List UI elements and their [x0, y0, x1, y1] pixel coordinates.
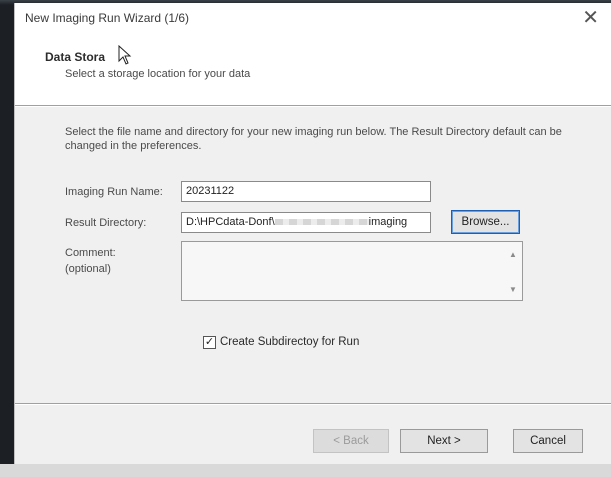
close-icon[interactable]: ✕	[582, 5, 599, 29]
subdir-checkbox[interactable]: ✓	[203, 336, 216, 349]
back-button[interactable]: < Back	[313, 429, 389, 453]
result-dir-label: Result Directory:	[65, 217, 147, 229]
page-title: Data Stora	[45, 50, 106, 64]
scroll-down-icon[interactable]: ▼	[509, 285, 517, 294]
scroll-up-icon[interactable]: ▲	[509, 250, 517, 259]
cancel-button[interactable]: Cancel	[513, 429, 583, 453]
comment-textarea[interactable]: ▲ ▼	[181, 241, 523, 301]
taskbar-edge	[0, 464, 611, 477]
redacted-path-segment	[274, 219, 369, 226]
comment-optional-label: (optional)	[65, 263, 111, 275]
description-text: Select the file name and directory for y…	[65, 126, 562, 152]
browse-button[interactable]: Browse...	[451, 210, 520, 234]
title-bar: New Imaging Run Wizard (1/6) ✕	[15, 3, 611, 33]
wizard-header: Data Stora Select a storage location for…	[15, 33, 611, 105]
wizard-window: New Imaging Run Wizard (1/6) ✕ Data Stor…	[14, 3, 611, 468]
checkmark-icon: ✓	[204, 336, 215, 348]
next-button[interactable]: Next >	[400, 429, 488, 453]
wizard-footer: < Back Next > Cancel	[15, 405, 611, 468]
run-name-input[interactable]: 20231122	[181, 181, 431, 202]
result-dir-suffix: imaging	[368, 216, 408, 228]
window-title: New Imaging Run Wizard (1/6)	[25, 11, 190, 25]
mouse-cursor-icon	[118, 45, 132, 65]
result-dir-prefix: D:\HPCdata-Donf\	[186, 216, 275, 228]
comment-label: Comment:	[65, 247, 116, 259]
run-name-label: Imaging Run Name:	[65, 186, 163, 198]
result-dir-input[interactable]: D:\HPCdata-Donf\ imaging	[181, 212, 431, 233]
subdir-checkbox-label[interactable]: Create Subdirectoy for Run	[220, 336, 359, 348]
comment-scrollbar[interactable]: ▲ ▼	[505, 242, 522, 300]
page-subtitle: Select a storage location for your data	[65, 68, 251, 80]
header-divider	[15, 105, 611, 107]
